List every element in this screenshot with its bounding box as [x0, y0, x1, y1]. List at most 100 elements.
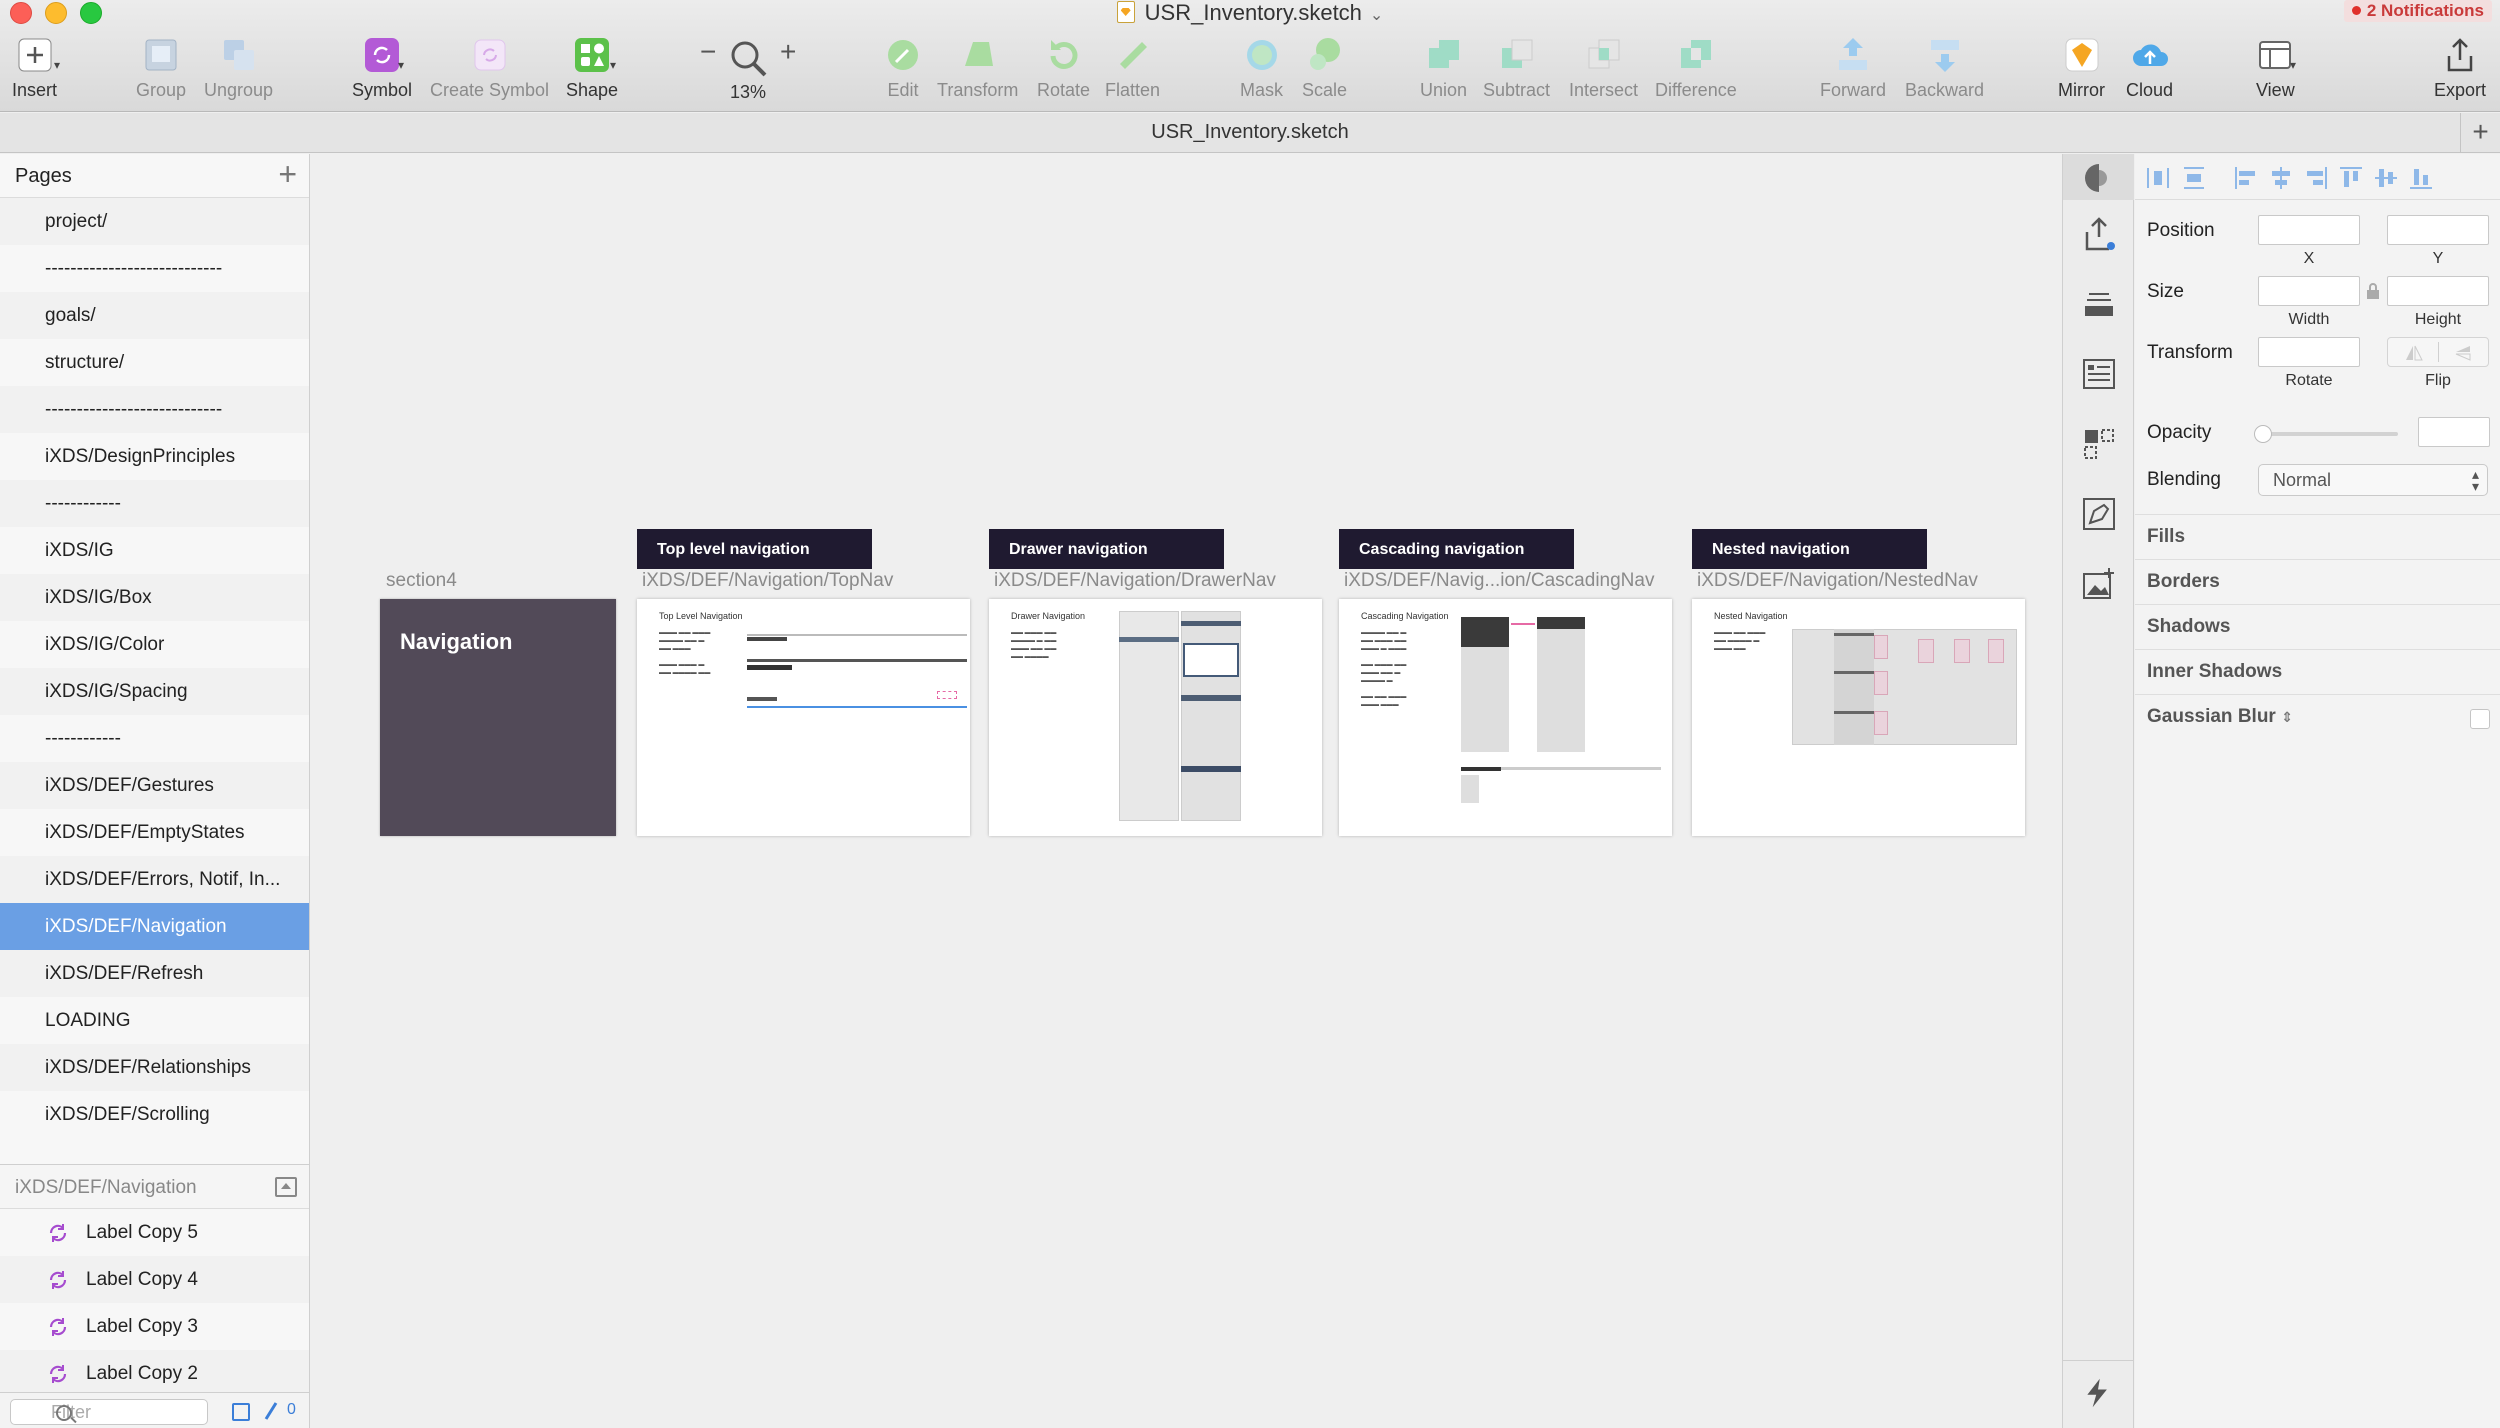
page-item[interactable]: structure/: [0, 339, 309, 386]
flatten-button[interactable]: Flatten: [1105, 36, 1160, 101]
page-item[interactable]: ------------: [0, 480, 309, 527]
intersect-button[interactable]: Intersect: [1569, 36, 1638, 101]
layer-item[interactable]: Label Copy 2: [0, 1350, 309, 1397]
page-item[interactable]: goals/: [0, 292, 309, 339]
distribute-vertical-icon[interactable]: [2181, 165, 2207, 191]
symbols-filter-icon[interactable]: [232, 1403, 250, 1421]
lock-icon[interactable]: [2366, 282, 2380, 300]
export-button[interactable]: Export: [2434, 36, 2486, 101]
page-item[interactable]: iXDS/DEF/Refresh: [0, 950, 309, 997]
canvas[interactable]: section4 Navigation Top level navigation…: [311, 154, 2061, 1428]
align-middle-vertical-icon[interactable]: [2373, 165, 2399, 191]
union-button[interactable]: Union: [1420, 36, 1467, 101]
artboard-tag-drawernav[interactable]: Drawer navigation: [989, 529, 1224, 569]
align-bottom-icon[interactable]: [2408, 165, 2434, 191]
rotate-button[interactable]: Rotate: [1037, 36, 1090, 101]
text-style-tab-button[interactable]: [2063, 270, 2134, 340]
transform-button[interactable]: Transform: [937, 36, 1018, 101]
page-item[interactable]: ------------: [0, 715, 309, 762]
components-tab-button[interactable]: [2063, 410, 2134, 480]
page-item[interactable]: ----------------------------: [0, 245, 309, 292]
zoom-in-button[interactable]: +: [780, 36, 796, 68]
add-page-button[interactable]: +: [278, 156, 297, 193]
page-item[interactable]: ----------------------------: [0, 386, 309, 433]
distribute-horizontal-icon[interactable]: [2145, 165, 2171, 191]
backward-button[interactable]: Backward: [1905, 36, 1984, 101]
edit-button[interactable]: Edit: [884, 36, 922, 101]
artboard-tag-nestednav[interactable]: Nested navigation: [1692, 529, 1927, 569]
flip-vertical-icon[interactable]: [2454, 344, 2474, 362]
page-item[interactable]: iXDS/DesignPrinciples: [0, 433, 309, 480]
symbol-dropdown-icon[interactable]: ▾: [398, 58, 404, 72]
page-item[interactable]: iXDS/DEF/Relationships: [0, 1044, 309, 1091]
rotate-input[interactable]: [2258, 337, 2360, 367]
gaussian-blur-section[interactable]: Gaussian Blur ⇕: [2135, 694, 2500, 739]
flip-buttons[interactable]: [2387, 337, 2489, 367]
position-y-input[interactable]: [2387, 215, 2489, 245]
artboard-topnav[interactable]: Top Level Navigation ▬▬▬ ▬▬ ▬▬▬ ▬▬▬▬ ▬▬ ▬…: [637, 599, 970, 836]
actions-button[interactable]: [2062, 1360, 2134, 1428]
shape-dropdown-icon[interactable]: ▾: [610, 58, 616, 72]
insert-dropdown-icon[interactable]: ▾: [54, 58, 60, 72]
opacity-slider[interactable]: [2254, 425, 2398, 443]
position-x-input[interactable]: [2258, 215, 2360, 245]
artboard-label-cascadingnav[interactable]: iXDS/DEF/Navig...ion/CascadingNav: [1344, 570, 1654, 592]
flip-horizontal-icon[interactable]: [2404, 344, 2424, 362]
page-item[interactable]: iXDS/IG/Color: [0, 621, 309, 668]
style-tab-button[interactable]: [2063, 154, 2134, 200]
inner-shadows-section[interactable]: Inner Shadows: [2135, 649, 2500, 694]
section-artboard[interactable]: Navigation: [380, 599, 616, 836]
align-top-icon[interactable]: [2338, 165, 2364, 191]
collapse-layers-icon[interactable]: [275, 1177, 297, 1197]
artboard-drawernav[interactable]: Drawer Navigation ▬▬ ▬▬▬ ▬▬ ▬▬▬▬ ▬ ▬▬ ▬▬▬ …: [989, 599, 1322, 836]
layer-item[interactable]: Label Copy 4: [0, 1256, 309, 1303]
page-item[interactable]: iXDS/DEF/Gestures: [0, 762, 309, 809]
mask-button[interactable]: Mask: [1240, 36, 1283, 101]
width-input[interactable]: [2258, 276, 2360, 306]
artboard-label-topnav[interactable]: iXDS/DEF/Navigation/TopNav: [642, 570, 893, 592]
page-item[interactable]: LOADING: [0, 997, 309, 1044]
artboard-tag-cascadingnav[interactable]: Cascading navigation: [1339, 529, 1574, 569]
layer-item[interactable]: Label Copy 5: [0, 1209, 309, 1256]
document-title[interactable]: USR_Inventory.sketch ⌄: [0, 0, 2500, 26]
page-item[interactable]: iXDS/IG: [0, 527, 309, 574]
borders-section[interactable]: Borders: [2135, 559, 2500, 604]
page-item[interactable]: iXDS/IG/Spacing: [0, 668, 309, 715]
section-label[interactable]: section4: [386, 570, 457, 592]
new-tab-button[interactable]: +: [2460, 113, 2500, 153]
export-tab-button[interactable]: [2063, 200, 2134, 270]
layout-tab-button[interactable]: [2063, 340, 2134, 410]
mirror-button[interactable]: Mirror: [2058, 36, 2105, 101]
page-item[interactable]: iXDS/DEF/Scrolling: [0, 1091, 309, 1138]
layer-item[interactable]: Label Copy 3: [0, 1303, 309, 1350]
prototype-tab-button[interactable]: [2063, 480, 2134, 550]
artboard-label-nestednav[interactable]: iXDS/DEF/Navigation/NestedNav: [1697, 570, 1978, 592]
view-dropdown-icon[interactable]: ▾: [2290, 58, 2296, 72]
group-button[interactable]: Group: [136, 36, 186, 101]
align-center-horizontal-icon[interactable]: [2268, 165, 2294, 191]
align-left-icon[interactable]: [2233, 165, 2259, 191]
artboard-cascadingnav[interactable]: Cascading Navigation ▬▬▬▬ ▬▬ ▬ ▬▬ ▬▬▬ ▬▬ ▬…: [1339, 599, 1672, 836]
page-item[interactable]: iXDS/DEF/EmptyStates: [0, 809, 309, 856]
artboard-tag-topnav[interactable]: Top level navigation: [637, 529, 872, 569]
align-right-icon[interactable]: [2303, 165, 2329, 191]
artboard-nestednav[interactable]: Nested Navigation ▬▬▬ ▬▬ ▬▬▬ ▬▬ ▬▬▬▬ ▬ ▬▬▬…: [1692, 599, 2025, 836]
ungroup-button[interactable]: Ungroup: [204, 36, 273, 101]
artboard-label-drawernav[interactable]: iXDS/DEF/Navigation/DrawerNav: [994, 570, 1276, 592]
zoom-out-button[interactable]: −: [700, 36, 716, 68]
insert-button[interactable]: Insert: [12, 36, 63, 101]
fills-section[interactable]: Fills: [2135, 514, 2500, 559]
image-tab-button[interactable]: [2063, 550, 2134, 620]
view-button[interactable]: View: [2256, 36, 2295, 101]
opacity-input[interactable]: [2418, 417, 2490, 447]
page-item[interactable]: project/: [0, 198, 309, 245]
difference-button[interactable]: Difference: [1655, 36, 1737, 101]
shadows-section[interactable]: Shadows: [2135, 604, 2500, 649]
page-item[interactable]: iXDS/IG/Box: [0, 574, 309, 621]
page-item[interactable]: iXDS/DEF/Navigation: [0, 903, 309, 950]
opacity-slider-knob[interactable]: [2254, 425, 2272, 443]
slices-filter-icon[interactable]: [262, 1401, 280, 1421]
create-symbol-button[interactable]: Create Symbol: [430, 36, 549, 101]
zoom-icon[interactable]: [728, 38, 770, 85]
page-item[interactable]: iXDS/DEF/Errors, Notif, In...: [0, 856, 309, 903]
